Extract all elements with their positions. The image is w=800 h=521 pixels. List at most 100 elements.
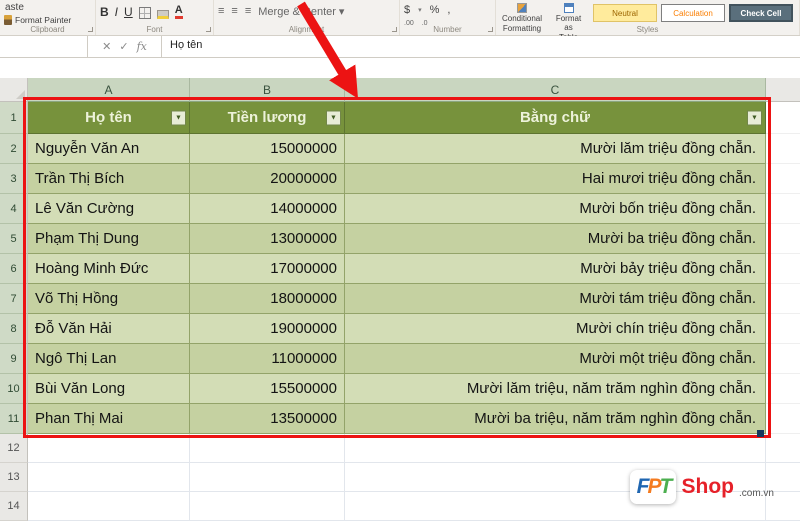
style-chip-neutral[interactable]: Neutral [593,4,657,22]
table-cell-name[interactable]: Bùi Văn Long [28,374,190,404]
table-row: 4 Lê Văn Cường 14000000 Mười bốn triệu đ… [0,194,800,224]
table-cell-salary[interactable]: 20000000 [190,164,345,194]
table-cell-name[interactable]: Hoàng Minh Đức [28,254,190,284]
table-header-cell-tienluong[interactable]: Tiền lương ▼ [190,102,345,134]
row-header-5[interactable]: 5 [0,224,28,254]
row-header-12[interactable]: 12 [0,434,28,463]
table-cell-words[interactable]: Mười bốn triệu đồng chẵn. [345,194,766,224]
table-cell-name[interactable]: Phan Thị Mai [28,404,190,434]
font-color-icon[interactable]: A [174,5,183,19]
table-cell-salary[interactable]: 13000000 [190,224,345,254]
filter-button[interactable]: ▼ [747,110,762,125]
table-cell-words[interactable]: Mười một triệu đồng chẵn. [345,344,766,374]
fill-color-icon[interactable] [156,10,169,19]
table-cell-salary[interactable]: 15000000 [190,134,345,164]
italic-button[interactable]: I [115,5,118,19]
empty-cell[interactable] [190,492,345,521]
table-row: 9 Ngô Thị Lan 11000000 Mười một triệu đồ… [0,344,800,374]
table-cell-salary[interactable]: 19000000 [190,314,345,344]
empty-cell[interactable] [28,492,190,521]
table-cell-words[interactable]: Mười chín triệu đồng chẵn. [345,314,766,344]
empty-cell[interactable] [28,434,190,463]
table-header-label: Bằng chữ [519,109,591,126]
row-header-6[interactable]: 6 [0,254,28,284]
row-header-1[interactable]: 1 [0,102,28,134]
table-row: 8 Đỗ Văn Hải 19000000 Mười chín triệu đồ… [0,314,800,344]
table-cell-salary[interactable]: 14000000 [190,194,345,224]
table-cell-words[interactable]: Mười lăm triệu, năm trăm nghìn đồng chẵn… [345,374,766,404]
column-headers: A B C [0,78,800,102]
table-cell-words[interactable]: Mười tám triệu đồng chẵn. [345,284,766,314]
table-row: 2 Nguyễn Văn An 15000000 Mười lăm triệu … [0,134,800,164]
select-all-button[interactable] [0,78,28,102]
underline-button[interactable]: U [124,5,133,19]
table-cell-name[interactable]: Đỗ Văn Hải [28,314,190,344]
table-cell-name[interactable]: Nguyễn Văn An [28,134,190,164]
align-left-icon[interactable]: ≡ [218,5,224,18]
table-cell-salary[interactable]: 15500000 [190,374,345,404]
table-cell-words[interactable]: Hai mươi triệu đồng chẵn. [345,164,766,194]
format-painter-icon [4,15,12,25]
enter-icon[interactable]: ✓ [119,40,128,53]
comma-button[interactable]: , [447,4,450,16]
name-box[interactable] [0,36,88,57]
column-header-b[interactable]: B [190,78,345,102]
row-header-10[interactable]: 10 [0,374,28,404]
fill-handle[interactable] [757,430,764,437]
filter-button[interactable]: ▼ [171,110,186,125]
empty-area [766,344,800,374]
format-as-table-icon [563,3,574,13]
style-chip-calculation[interactable]: Calculation [661,4,725,22]
sheet-grid: 1 Họ tên ▼ Tiền lương ▼ Bằng chữ ▼ 2 Ngu… [0,102,800,521]
table-cell-words[interactable]: Mười lăm triệu đồng chẵn. [345,134,766,164]
align-right-icon[interactable]: ≡ [245,5,251,18]
table-cell-salary[interactable]: 13500000 [190,404,345,434]
empty-cell[interactable] [28,463,190,492]
bold-button[interactable]: B [100,5,109,19]
table-cell-name[interactable]: Lê Văn Cường [28,194,190,224]
table-cell-name[interactable]: Phạm Thị Dung [28,224,190,254]
table-cell-name[interactable]: Ngô Thị Lan [28,344,190,374]
fpt-letter-f: F [636,475,650,498]
table-header-cell-bangchu[interactable]: Bằng chữ ▼ [345,102,766,134]
empty-cell[interactable] [190,434,345,463]
style-chip-check-cell[interactable]: Check Cell [729,4,793,22]
table-header-cell-hoten[interactable]: Họ tên ▼ [28,102,190,134]
table-cell-salary[interactable]: 18000000 [190,284,345,314]
row-header-11[interactable]: 11 [0,404,28,434]
conditional-formatting-label-1: Conditional [502,14,543,23]
column-header-a[interactable]: A [28,78,190,102]
row-header-14[interactable]: 14 [0,492,28,521]
empty-cell[interactable] [190,463,345,492]
table-row: 10 Bùi Văn Long 15500000 Mười lăm triệu,… [0,374,800,404]
row-header-7[interactable]: 7 [0,284,28,314]
percent-button[interactable]: % [430,4,440,16]
row-header-8[interactable]: 8 [0,314,28,344]
filter-button[interactable]: ▼ [326,110,341,125]
table-cell-words[interactable]: Mười bảy triệu đồng chẵn. [345,254,766,284]
table-cell-name[interactable]: Võ Thị Hồng [28,284,190,314]
cancel-icon[interactable]: ✕ [102,40,111,53]
merge-center-button[interactable]: Merge & Center ▾ [258,5,344,19]
table-cell-name[interactable]: Trần Thị Bích [28,164,190,194]
empty-cell[interactable] [345,434,766,463]
align-center-icon[interactable]: ≡ [231,5,237,18]
formula-input[interactable]: Họ tên [162,36,800,57]
table-cell-words[interactable]: Mười ba triệu, năm trăm nghìn đồng chẵn. [345,404,766,434]
row-header-13[interactable]: 13 [0,463,28,492]
font-group: B I U A Font [96,0,214,35]
row-header-3[interactable]: 3 [0,164,28,194]
format-painter-button[interactable]: Format Painter [4,15,91,25]
currency-button[interactable]: $ [404,4,410,16]
row-header-2[interactable]: 2 [0,134,28,164]
borders-icon[interactable] [138,7,151,19]
table-cell-salary[interactable]: 17000000 [190,254,345,284]
row-header-9[interactable]: 9 [0,344,28,374]
insert-function-icon[interactable]: fx [137,40,147,53]
row-header-4[interactable]: 4 [0,194,28,224]
table-cell-words[interactable]: Mười ba triệu đồng chẵn. [345,224,766,254]
table-cell-salary[interactable]: 11000000 [190,344,345,374]
column-header-c[interactable]: C [345,78,766,102]
merge-center-label: Merge & Center [258,5,336,18]
paste-button[interactable]: aste [5,2,91,13]
